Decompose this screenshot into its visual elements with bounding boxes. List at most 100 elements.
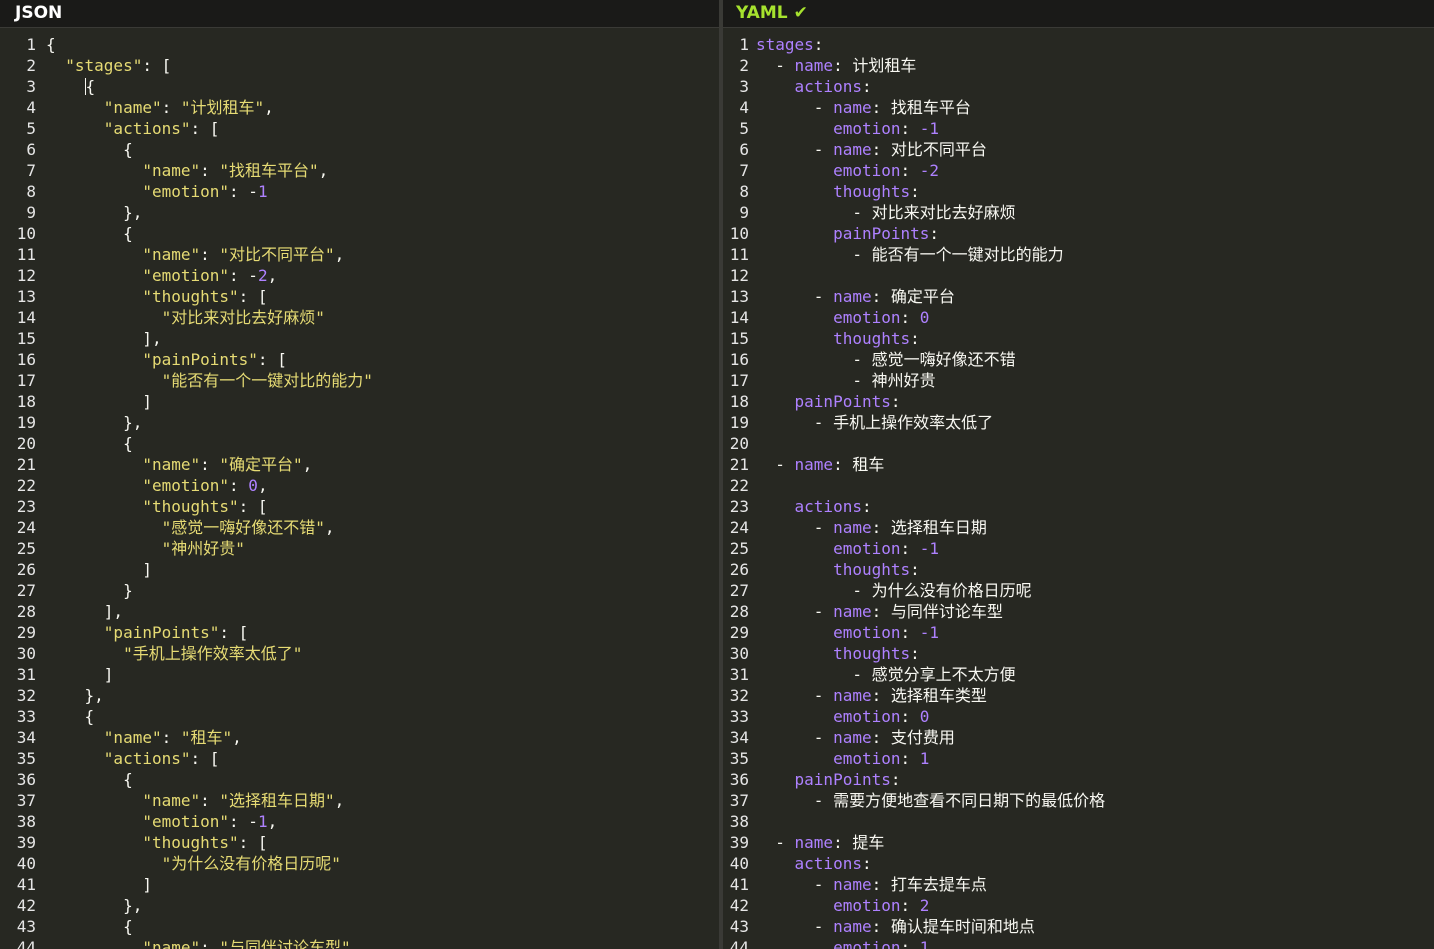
code-line[interactable]: 37 - 需要方便地查看不同日期下的最低价格: [723, 790, 1434, 811]
code-token: "找租车平台": [219, 161, 319, 180]
code-line[interactable]: 5 emotion: -1: [723, 118, 1434, 139]
code-line[interactable]: 27 }: [0, 580, 719, 601]
code-line[interactable]: 43 {: [0, 916, 719, 937]
code-line[interactable]: 16 - 感觉一嗨好像还不错: [723, 349, 1434, 370]
code-line[interactable]: 5 "actions": [: [0, 118, 719, 139]
code-line[interactable]: 6 {: [0, 139, 719, 160]
code-line[interactable]: 32 - name: 选择租车类型: [723, 685, 1434, 706]
code-line[interactable]: 36 {: [0, 769, 719, 790]
code-line[interactable]: 8 "emotion": -1: [0, 181, 719, 202]
code-line[interactable]: 30 thoughts:: [723, 643, 1434, 664]
code-line[interactable]: 23 "thoughts": [: [0, 496, 719, 517]
code-line[interactable]: 7 emotion: -2: [723, 160, 1434, 181]
code-line[interactable]: 38: [723, 811, 1434, 832]
code-line[interactable]: 31 ]: [0, 664, 719, 685]
code-line[interactable]: 3 actions:: [723, 76, 1434, 97]
code-line[interactable]: 42 emotion: 2: [723, 895, 1434, 916]
code-line[interactable]: 14 emotion: 0: [723, 307, 1434, 328]
code-line[interactable]: 40 "为什么没有价格日历呢": [0, 853, 719, 874]
code-line[interactable]: 35 emotion: 1: [723, 748, 1434, 769]
code-line[interactable]: 32 },: [0, 685, 719, 706]
code-line[interactable]: 42 },: [0, 895, 719, 916]
code-line[interactable]: 4 "name": "计划租车",: [0, 97, 719, 118]
code-line[interactable]: 7 "name": "找租车平台",: [0, 160, 719, 181]
code-line[interactable]: 28 - name: 与同伴讨论车型: [723, 601, 1434, 622]
code-token: actions: [794, 854, 862, 873]
code-line[interactable]: 10 painPoints:: [723, 223, 1434, 244]
code-line[interactable]: 2 "stages": [: [0, 55, 719, 76]
code-line[interactable]: 41 ]: [0, 874, 719, 895]
code-line[interactable]: 8 thoughts:: [723, 181, 1434, 202]
code-line[interactable]: 20: [723, 433, 1434, 454]
code-line[interactable]: 31 - 感觉分享上不太方便: [723, 664, 1434, 685]
code-line[interactable]: 39 "thoughts": [: [0, 832, 719, 853]
code-line[interactable]: 15 thoughts:: [723, 328, 1434, 349]
code-line[interactable]: 29 "painPoints": [: [0, 622, 719, 643]
code-line[interactable]: 37 "name": "选择租车日期",: [0, 790, 719, 811]
code-line[interactable]: 27 - 为什么没有价格日历呢: [723, 580, 1434, 601]
code-line[interactable]: 22 "emotion": 0,: [0, 475, 719, 496]
code-line[interactable]: 10 {: [0, 223, 719, 244]
code-line[interactable]: 15 ],: [0, 328, 719, 349]
code-line[interactable]: 18 ]: [0, 391, 719, 412]
code-line[interactable]: 12 "emotion": -2,: [0, 265, 719, 286]
code-line[interactable]: 12: [723, 265, 1434, 286]
code-line[interactable]: 21 - name: 租车: [723, 454, 1434, 475]
code-line[interactable]: 13 "thoughts": [: [0, 286, 719, 307]
line-number: 7: [26, 161, 36, 180]
yaml-code-editor[interactable]: 1 stages: 2 - name: 计划租车 3 actions: 4 - name…: [723, 34, 1434, 949]
code-line[interactable]: 24 "感觉一嗨好像还不错",: [0, 517, 719, 538]
code-line[interactable]: 25 emotion: -1: [723, 538, 1434, 559]
code-line[interactable]: 41 - name: 打车去提车点: [723, 874, 1434, 895]
code-line[interactable]: 9 - 对比来对比去好麻烦: [723, 202, 1434, 223]
code-line[interactable]: 39 - name: 提车: [723, 832, 1434, 853]
code-line[interactable]: 24 - name: 选择租车日期: [723, 517, 1434, 538]
code-line[interactable]: 18 painPoints:: [723, 391, 1434, 412]
code-line[interactable]: 13 - name: 确定平台: [723, 286, 1434, 307]
code-line[interactable]: 11 - 能否有一个一键对比的能力: [723, 244, 1434, 265]
code-line[interactable]: 34 - name: 支付费用: [723, 727, 1434, 748]
code-token: -1: [919, 119, 940, 138]
code-line[interactable]: 11 "name": "对比不同平台",: [0, 244, 719, 265]
code-line[interactable]: 44 "name": "与同伴讨论车型": [0, 937, 719, 949]
code-line[interactable]: 19 },: [0, 412, 719, 433]
code-line[interactable]: 9 },: [0, 202, 719, 223]
code-line[interactable]: 1 stages:: [723, 34, 1434, 55]
code-line[interactable]: 36 painPoints:: [723, 769, 1434, 790]
json-pane-header: JSON: [0, 0, 719, 28]
code-line[interactable]: 2 - name: 计划租车: [723, 55, 1434, 76]
code-line[interactable]: 3 {: [0, 76, 719, 97]
code-line[interactable]: 14 "对比来对比去好麻烦": [0, 307, 719, 328]
code-line[interactable]: 38 "emotion": -1,: [0, 811, 719, 832]
code-token: :: [200, 455, 220, 474]
code-line[interactable]: 26 thoughts:: [723, 559, 1434, 580]
code-token: ,: [324, 518, 335, 537]
code-token: ,: [267, 812, 278, 831]
code-line[interactable]: 4 - name: 找租车平台: [723, 97, 1434, 118]
json-code-editor[interactable]: 1{2 "stages": [3 {4 "name": "计划租车", 5 "ac…: [0, 34, 719, 949]
code-line[interactable]: 1{: [0, 34, 719, 55]
code-line[interactable]: 44 emotion: 1: [723, 937, 1434, 949]
code-line[interactable]: 35 "actions": [: [0, 748, 719, 769]
code-line[interactable]: 23 actions:: [723, 496, 1434, 517]
code-line[interactable]: 6 - name: 对比不同平台: [723, 139, 1434, 160]
code-line[interactable]: 20 {: [0, 433, 719, 454]
code-line[interactable]: 33 {: [0, 706, 719, 727]
code-line[interactable]: 33 emotion: 0: [723, 706, 1434, 727]
code-line[interactable]: 17 "能否有一个一键对比的能力": [0, 370, 719, 391]
code-line[interactable]: 30 "手机上操作效率太低了": [0, 643, 719, 664]
code-token: -: [756, 140, 834, 159]
code-token: painPoints: [833, 224, 930, 243]
code-line[interactable]: 21 "name": "确定平台",: [0, 454, 719, 475]
code-line[interactable]: 19 - 手机上操作效率太低了: [723, 412, 1434, 433]
code-line[interactable]: 28 ],: [0, 601, 719, 622]
code-line[interactable]: 25 "神州好贵": [0, 538, 719, 559]
code-line[interactable]: 29 emotion: -1: [723, 622, 1434, 643]
code-line[interactable]: 17 - 神州好贵: [723, 370, 1434, 391]
code-line[interactable]: 43 - name: 确认提车时间和地点: [723, 916, 1434, 937]
code-line[interactable]: 22: [723, 475, 1434, 496]
code-line[interactable]: 40 actions:: [723, 853, 1434, 874]
code-line[interactable]: 34 "name": "租车",: [0, 727, 719, 748]
code-line[interactable]: 26 ]: [0, 559, 719, 580]
code-line[interactable]: 16 "painPoints": [: [0, 349, 719, 370]
